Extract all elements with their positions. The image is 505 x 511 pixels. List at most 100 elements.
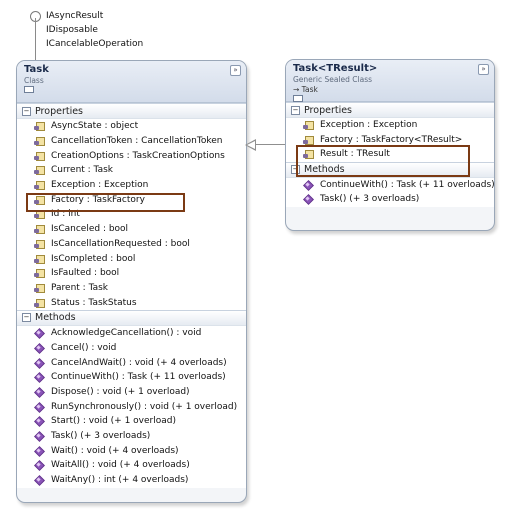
property-icon: [34, 239, 45, 249]
section-toggle-icon[interactable]: −: [22, 313, 31, 323]
properties-section-header[interactable]: − Properties: [17, 103, 246, 119]
method-row[interactable]: WaitAll() : void (+ 4 overloads): [17, 458, 246, 473]
property-text: Status : TaskStatus: [51, 297, 137, 308]
class-kind: Generic Sealed Class: [293, 75, 373, 84]
inheritance-arrow-fill: [247, 141, 255, 149]
method-row[interactable]: Dispose() : void (+ 1 overload): [17, 385, 246, 400]
method-text: Dispose() : void (+ 1 overload): [51, 387, 190, 398]
property-row[interactable]: Parent : Task: [17, 281, 246, 296]
property-text: Exception : Exception: [320, 120, 418, 131]
section-label: Properties: [304, 104, 353, 116]
method-text: AcknowledgeCancellation() : void: [51, 328, 202, 339]
property-row[interactable]: IsFaulted : bool: [17, 266, 246, 281]
property-icon: [303, 120, 314, 131]
class-icon: [293, 95, 303, 102]
property-row[interactable]: IsCancellationRequested : bool: [17, 237, 246, 252]
method-row[interactable]: Wait() : void (+ 4 overloads): [17, 443, 246, 458]
section-label: Methods: [35, 312, 76, 324]
method-row[interactable]: Start() : void (+ 1 overload): [17, 414, 246, 429]
interface-label: ICancelableOperation: [46, 39, 144, 49]
method-text: Wait() : void (+ 4 overloads): [51, 445, 179, 456]
property-row[interactable]: CreationOptions : TaskCreationOptions: [17, 148, 246, 163]
property-row[interactable]: Status : TaskStatus: [17, 295, 246, 310]
property-text: IsCancellationRequested : bool: [51, 238, 190, 249]
property-row[interactable]: AsyncState : object: [17, 119, 246, 134]
properties-list: AsyncState : object CancellationToken : C…: [17, 119, 246, 310]
method-text: RunSynchronously() : void (+ 1 overload): [51, 401, 238, 412]
property-row[interactable]: Exception : Exception: [286, 118, 494, 133]
method-icon: [34, 328, 45, 340]
interface-label: IDisposable: [46, 25, 98, 35]
property-row[interactable]: IsCanceled : bool: [17, 222, 246, 237]
class-name: Task: [24, 64, 49, 75]
method-icon: [34, 460, 45, 472]
property-text: IsCanceled : bool: [51, 224, 129, 235]
collapse-button[interactable]: »: [230, 65, 241, 76]
interface-connector: [35, 18, 36, 61]
factory-highlight-box: [26, 193, 185, 212]
property-icon: [34, 254, 45, 264]
property-icon: [34, 268, 45, 279]
property-icon: [34, 283, 45, 293]
method-row[interactable]: Task() (+ 3 overloads): [17, 429, 246, 444]
method-text: Start() : void (+ 1 overload): [51, 416, 176, 427]
property-row[interactable]: IsCompleted : bool: [17, 251, 246, 266]
method-icon: [34, 401, 45, 413]
collapse-button[interactable]: »: [478, 64, 489, 75]
class-name: Task<TResult>: [293, 63, 378, 74]
base-class: → Task: [293, 85, 318, 94]
method-icon: [34, 431, 45, 443]
method-icon: [34, 357, 45, 369]
method-text: Cancel() : void: [51, 342, 117, 353]
methods-list: AcknowledgeCancellation() : void Cancel()…: [17, 325, 246, 488]
property-row[interactable]: Exception : Exception: [17, 178, 246, 193]
section-toggle-icon[interactable]: −: [291, 105, 300, 115]
property-icon: [34, 136, 45, 147]
method-text: ContinueWith() : Task (+ 11 overloads): [320, 179, 495, 190]
property-icon: [303, 135, 314, 145]
method-text: Task() (+ 3 overloads): [320, 194, 420, 205]
properties-section-header[interactable]: − Properties: [286, 102, 494, 118]
property-icon: [34, 151, 45, 161]
method-icon: [34, 387, 45, 398]
method-text: WaitAll() : void (+ 4 overloads): [51, 460, 190, 471]
property-text: AsyncState : object: [51, 121, 139, 132]
method-row[interactable]: ContinueWith() : Task (+ 11 overloads): [286, 178, 494, 193]
property-text: Current : Task: [51, 165, 113, 176]
class-header[interactable]: Task Class »: [17, 61, 246, 103]
property-text: Factory : TaskFactory<TResult>: [320, 134, 463, 145]
method-row[interactable]: Task() (+ 3 overloads): [286, 192, 494, 207]
method-icon: [34, 416, 45, 428]
methods-section-header[interactable]: − Methods: [17, 309, 246, 326]
section-toggle-icon[interactable]: −: [22, 106, 31, 116]
method-icon: [34, 372, 45, 384]
property-icon: [34, 298, 45, 308]
method-icon: [34, 445, 45, 457]
method-icon: [303, 179, 314, 191]
method-text: ContinueWith() : Task (+ 11 overloads): [51, 372, 226, 383]
method-text: WaitAny() : int (+ 4 overloads): [51, 475, 189, 486]
inheritance-connector: [256, 144, 285, 145]
method-text: Task() (+ 3 overloads): [51, 431, 151, 442]
method-row[interactable]: CancelAndWait() : void (+ 4 overloads): [17, 355, 246, 370]
property-row[interactable]: Current : Task: [17, 163, 246, 178]
property-text: Parent : Task: [51, 282, 108, 293]
method-row[interactable]: AcknowledgeCancellation() : void: [17, 326, 246, 341]
method-row[interactable]: Cancel() : void: [17, 341, 246, 356]
property-icon: [34, 165, 45, 176]
property-row[interactable]: CancellationToken : CancellationToken: [17, 134, 246, 149]
class-header[interactable]: Task<TResult> Generic Sealed Class → Tas…: [286, 60, 494, 102]
method-row[interactable]: ContinueWith() : Task (+ 11 overloads): [17, 370, 246, 385]
interface-label: IAsyncResult: [46, 11, 104, 21]
property-text: CancellationToken : CancellationToken: [51, 136, 223, 147]
method-row[interactable]: WaitAny() : int (+ 4 overloads): [17, 473, 246, 488]
class-kind: Class: [24, 76, 44, 85]
task-class-shape[interactable]: Task Class » − Properties AsyncState : o…: [16, 60, 247, 503]
property-icon: [34, 224, 45, 235]
factory-result-highlight-box: [296, 145, 470, 177]
class-icon: [24, 86, 34, 93]
method-row[interactable]: RunSynchronously() : void (+ 1 overload): [17, 399, 246, 414]
property-text: CreationOptions : TaskCreationOptions: [51, 150, 225, 161]
property-icon: [34, 121, 45, 132]
property-text: IsFaulted : bool: [51, 268, 120, 279]
